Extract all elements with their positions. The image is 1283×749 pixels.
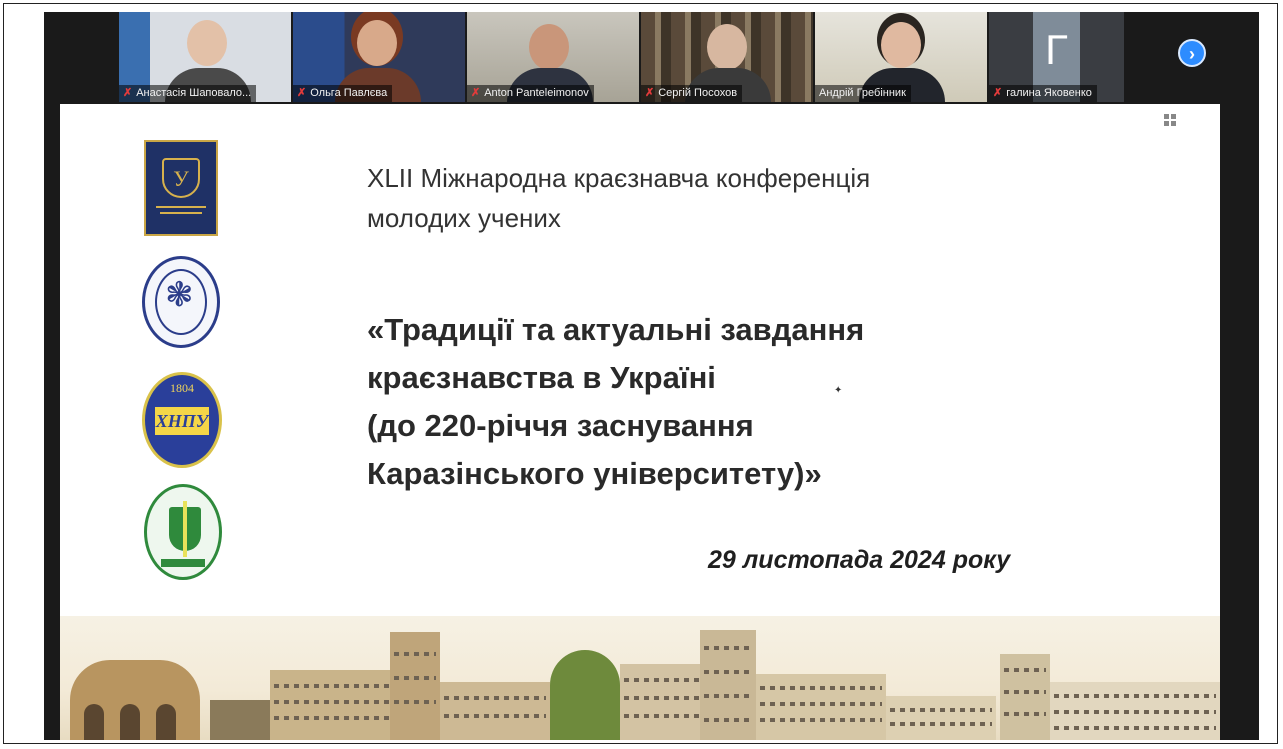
mic-muted-icon: ✗ [297,87,307,99]
participant-name: Андрій Гребінник [815,85,911,102]
participant-tile[interactable]: Г ✗ галина Яковенко [989,12,1124,102]
participant-name: ✗ Ольга Павлєва [293,85,393,102]
mic-muted-icon: ✗ [123,87,133,99]
heron-society-logo: ❃ [142,256,220,348]
conference-date: 29 листопада 2024 року [708,546,1011,574]
mic-muted-icon: ✗ [645,87,655,99]
mic-muted-icon: ✗ [471,87,481,99]
participant-name: ✗ Сергій Посохов [641,85,743,102]
chevron-right-icon[interactable]: › [1178,39,1206,67]
document-frame: ✗ Анастасія Шаповало... ✗ Ольга Павлєва ✗ A… [3,3,1278,744]
participant-tile[interactable]: ✗ Ольга Павлєва [293,12,465,102]
conference-theme: «Традиції та актуальні завдання краєзнав… [367,312,865,491]
mouse-cursor-icon: ✦ [834,385,843,396]
participant-tile[interactable]: ✗ Анастасія Шаповало... [119,12,291,102]
medical-university-logo [144,484,222,580]
shared-slide: У ❃ 1804 ХНПУ XLII Міжнародна краєзнавча… [60,104,1220,740]
participant-tile[interactable]: ✗ Сергій Посохов [641,12,813,102]
participant-tile[interactable]: ✗ Anton Panteleimonov [467,12,639,102]
participant-name: ✗ Anton Panteleimonov [467,85,594,102]
video-call-window: ✗ Анастасія Шаповало... ✗ Ольга Павлєва ✗ A… [44,12,1259,740]
participant-name: ✗ галина Яковенко [989,85,1097,102]
participant-strip: ✗ Анастасія Шаповало... ✗ Ольга Павлєва ✗ A… [44,12,1259,104]
conference-title: XLII Міжнародна краєзнавча конференція м… [367,163,871,233]
participant-tile-active-speaker[interactable]: Андрій Гребінник [815,12,987,102]
knpu-logo: 1804 ХНПУ [142,372,222,468]
view-grid-icon[interactable] [1164,114,1176,126]
avatar-letter: Г [1045,26,1068,73]
participant-name: ✗ Анастасія Шаповало... [119,85,257,102]
university-logo: У [144,140,218,236]
mic-muted-icon: ✗ [993,87,1003,99]
university-panorama-image [60,616,1220,740]
